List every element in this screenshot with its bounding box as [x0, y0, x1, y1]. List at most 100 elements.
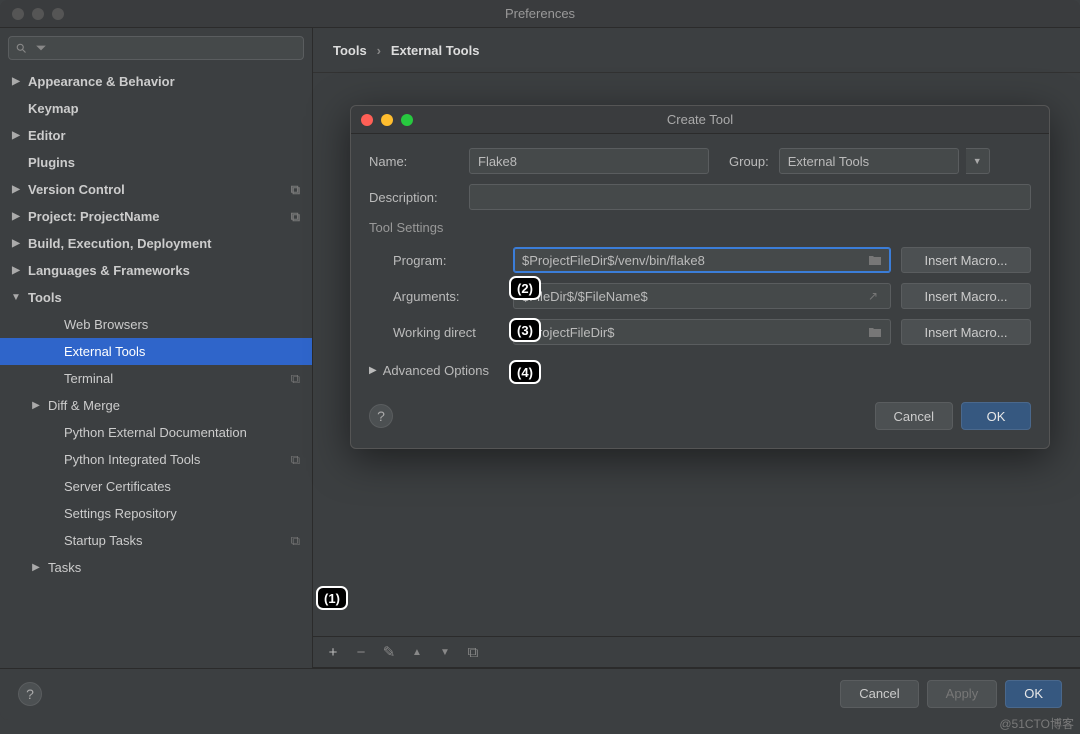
tree-item-label: Languages & Frameworks: [28, 263, 190, 278]
tree-item-editor[interactable]: ▶ Editor: [0, 122, 312, 149]
tree-item-terminal[interactable]: Terminal⧉: [0, 365, 312, 392]
copy-button[interactable]: ⧉: [461, 640, 485, 664]
working-dir-label: Working direct: [393, 325, 503, 340]
tree-arrow-icon: ▶: [10, 130, 22, 141]
program-input[interactable]: $ProjectFileDir$/venv/bin/flake8: [513, 247, 891, 273]
search-icon: [15, 42, 27, 54]
tree-item-label: Settings Repository: [64, 506, 177, 521]
list-toolbar: + − ✎ ▲ ▼ ⧉: [313, 636, 1080, 668]
tree-item-plugins[interactable]: Plugins: [0, 149, 312, 176]
breadcrumb-leaf: External Tools: [391, 43, 480, 58]
advanced-options-toggle[interactable]: ▶ Advanced Options: [369, 363, 1031, 378]
tree-arrow-icon: ▼: [10, 292, 22, 303]
project-scope-icon: ⧉: [291, 371, 300, 387]
project-scope-icon: ⧉: [291, 182, 300, 198]
annotation-badge-3: (3): [509, 318, 541, 342]
add-button[interactable]: +: [321, 640, 345, 664]
tree-arrow-icon: ▶: [30, 562, 42, 573]
arguments-label: Arguments:: [393, 289, 503, 304]
window-title: Preferences: [0, 6, 1080, 21]
description-input[interactable]: [469, 184, 1031, 210]
dialog-ok-button[interactable]: OK: [961, 402, 1031, 430]
tree-item-tasks[interactable]: ▶ Tasks: [0, 554, 312, 581]
titlebar: Preferences: [0, 0, 1080, 28]
tree-item-languages-frameworks[interactable]: ▶ Languages & Frameworks: [0, 257, 312, 284]
breadcrumb-root[interactable]: Tools: [333, 43, 367, 58]
tree-arrow-icon: ▶: [30, 400, 42, 411]
search-input[interactable]: [8, 36, 304, 60]
tree-arrow-icon: ▶: [10, 265, 22, 276]
cancel-button[interactable]: Cancel: [840, 680, 918, 708]
insert-macro-wd[interactable]: Insert Macro...: [901, 319, 1031, 345]
tree-arrow-icon: ▶: [10, 76, 22, 87]
tree-item-build-execution-deployment[interactable]: ▶Build, Execution, Deployment: [0, 230, 312, 257]
tree-item-label: Tasks: [48, 560, 81, 575]
project-scope-icon: ⧉: [291, 533, 300, 549]
sidebar: ▶ Appearance & Behavior Keymap ▶ Editor Plugi…: [0, 28, 313, 668]
tree-item-appearance-behavior[interactable]: ▶ Appearance & Behavior: [0, 68, 312, 95]
tree-item-python-integrated-tools[interactable]: Python Integrated Tools⧉: [0, 446, 312, 473]
up-button[interactable]: ▲: [405, 640, 429, 664]
remove-button[interactable]: −: [349, 640, 373, 664]
edit-button[interactable]: ✎: [377, 640, 401, 664]
program-label: Program:: [393, 253, 503, 268]
breadcrumb: Tools › External Tools: [313, 28, 1080, 73]
breadcrumb-sep: ›: [377, 43, 381, 58]
arguments-input[interactable]: $FileDir$/$FileName$ ↗: [513, 283, 891, 309]
create-tool-dialog: Create Tool Name: Flake8 Group: External…: [350, 105, 1050, 449]
tree-item-settings-repository[interactable]: Settings Repository: [0, 500, 312, 527]
folder-icon[interactable]: [868, 254, 882, 266]
footer: ? Cancel Apply OK: [0, 668, 1080, 718]
dialog-titlebar: Create Tool: [351, 106, 1049, 134]
tree-item-python-external-documentation[interactable]: Python External Documentation: [0, 419, 312, 446]
down-button[interactable]: ▼: [433, 640, 457, 664]
tree-item-label: Version Control: [28, 182, 125, 197]
expand-icon[interactable]: ↗: [868, 289, 882, 303]
insert-macro-args[interactable]: Insert Macro...: [901, 283, 1031, 309]
tree-arrow-icon: ▶: [10, 238, 22, 249]
search-history-icon[interactable]: [35, 42, 47, 54]
annotation-badge-4: (4): [509, 360, 541, 384]
tree-arrow-icon: ▶: [10, 211, 22, 222]
group-dropdown-arrow[interactable]: ▼: [966, 148, 990, 174]
tree-item-label: Plugins: [28, 155, 75, 170]
working-dir-input[interactable]: $ProjectFileDir$: [513, 319, 891, 345]
tree-item-version-control[interactable]: ▶ Version Control ⧉: [0, 176, 312, 203]
tree-arrow-icon: ▶: [10, 184, 22, 195]
tree-item-label: Editor: [28, 128, 66, 143]
tree-item-label: Python Integrated Tools: [64, 452, 200, 467]
tree-item-label: Server Certificates: [64, 479, 171, 494]
tree-item-label: Python External Documentation: [64, 425, 247, 440]
dialog-cancel-button[interactable]: Cancel: [875, 402, 953, 430]
annotation-badge-1: (1): [316, 586, 348, 610]
tree-item-tools[interactable]: ▼Tools: [0, 284, 312, 311]
folder-icon[interactable]: [868, 326, 882, 338]
tree-item-label: Diff & Merge: [48, 398, 120, 413]
chevron-right-icon: ▶: [369, 365, 377, 376]
tree-item-web-browsers[interactable]: Web Browsers: [0, 311, 312, 338]
group-dropdown[interactable]: External Tools: [779, 148, 959, 174]
tree-item-label: Project: ProjectName: [28, 209, 160, 224]
help-button[interactable]: ?: [18, 682, 42, 706]
tree-item-server-certificates[interactable]: Server Certificates: [0, 473, 312, 500]
tree-item-external-tools[interactable]: External Tools: [0, 338, 312, 365]
tree-item-diff-merge[interactable]: ▶ Diff & Merge: [0, 392, 312, 419]
tree-item-label: External Tools: [64, 344, 145, 359]
name-label: Name:: [369, 154, 459, 169]
watermark: @51CTO博客: [999, 715, 1074, 732]
dialog-help-button[interactable]: ?: [369, 404, 393, 428]
tree-item-label: Startup Tasks: [64, 533, 143, 548]
insert-macro-program[interactable]: Insert Macro...: [901, 247, 1031, 273]
ok-button[interactable]: OK: [1005, 680, 1062, 708]
tree-item-label: Appearance & Behavior: [28, 74, 175, 89]
tree-item-label: Web Browsers: [64, 317, 148, 332]
tree-item-startup-tasks[interactable]: Startup Tasks ⧉: [0, 527, 312, 554]
tree-item-project-projectname[interactable]: ▶Project: ProjectName⧉: [0, 203, 312, 230]
name-input[interactable]: Flake8: [469, 148, 709, 174]
annotation-badge-2: (2): [509, 276, 541, 300]
tree-item-keymap[interactable]: Keymap: [0, 95, 312, 122]
apply-button[interactable]: Apply: [927, 680, 998, 708]
tree-item-label: Keymap: [28, 101, 79, 116]
description-label: Description:: [369, 190, 459, 205]
settings-tree: ▶ Appearance & Behavior Keymap ▶ Editor Plugi…: [0, 68, 312, 668]
